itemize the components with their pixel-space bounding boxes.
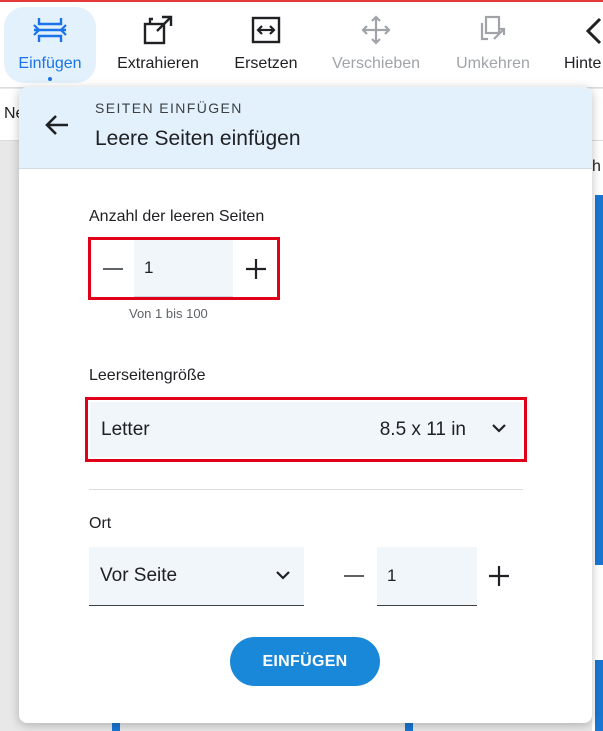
background-page-thumbnail-edge-lower bbox=[595, 660, 603, 731]
page-count-decrement-button[interactable] bbox=[93, 249, 133, 289]
location-position-select[interactable]: Vor Seite bbox=[89, 547, 304, 606]
background-thumbnail-fragment bbox=[405, 722, 413, 731]
extract-icon bbox=[143, 9, 173, 51]
panel-header: SEITEN EINFÜGEN Leere Seiten einfügen bbox=[19, 87, 592, 169]
background-thumbnail-fragment bbox=[112, 722, 120, 731]
replace-icon bbox=[251, 9, 281, 51]
page-count-increment-button[interactable] bbox=[236, 249, 276, 289]
toolbar-reverse-button[interactable]: Umkehren bbox=[450, 7, 536, 83]
toolbar: Einfügen Extrahieren Ersetzen Verschiebe… bbox=[0, 2, 603, 88]
minus-icon bbox=[344, 575, 364, 577]
toolbar-move-label: Verschieben bbox=[331, 55, 421, 72]
arrow-left-icon bbox=[45, 115, 68, 135]
reverse-icon bbox=[478, 9, 508, 51]
plus-icon bbox=[489, 566, 509, 586]
chevron-down-icon bbox=[276, 571, 290, 580]
toolbar-reverse-label: Umkehren bbox=[456, 55, 530, 72]
location-page-input[interactable]: 1 bbox=[377, 547, 477, 606]
toolbar-extract-button[interactable]: Extrahieren bbox=[112, 7, 204, 83]
page-size-select[interactable]: Letter 8.5 x 11 in bbox=[85, 397, 527, 462]
plus-icon bbox=[246, 259, 266, 279]
section-divider bbox=[89, 489, 523, 490]
panel-overline: SEITEN EINFÜGEN bbox=[95, 100, 243, 116]
toolbar-insert-label: Einfügen bbox=[18, 55, 82, 72]
toolbar-extract-label: Extrahieren bbox=[117, 55, 199, 72]
location-page-increment-button[interactable] bbox=[479, 556, 519, 596]
background-icon bbox=[582, 9, 602, 51]
page-count-input[interactable]: 1 bbox=[134, 240, 233, 297]
page-size-label: Leerseitengröße bbox=[89, 367, 206, 384]
toolbar-insert-button[interactable]: Einfügen bbox=[4, 7, 96, 83]
page-size-dimensions: 8.5 x 11 in bbox=[379, 418, 466, 440]
toolbar-background-label: Hinte bbox=[564, 55, 602, 72]
background-text-fragment-right: h bbox=[592, 158, 601, 175]
page-size-value: Letter bbox=[101, 418, 150, 440]
page-size-select-field: Letter 8.5 x 11 in bbox=[90, 402, 522, 457]
back-button[interactable] bbox=[41, 109, 73, 141]
page-count-label: Anzahl der leeren Seiten bbox=[89, 208, 265, 225]
toolbar-background-button[interactable]: Hinte bbox=[562, 7, 603, 83]
background-page-thumbnail-edge bbox=[595, 195, 603, 565]
panel-title: Leere Seiten einfügen bbox=[95, 127, 301, 150]
active-indicator-dot bbox=[48, 77, 52, 81]
chevron-down-icon bbox=[492, 424, 506, 433]
toolbar-replace-button[interactable]: Ersetzen bbox=[225, 7, 307, 83]
location-page-decrement-button[interactable] bbox=[334, 556, 374, 596]
insert-blank-pages-panel: SEITEN EINFÜGEN Leere Seiten einfügen An… bbox=[19, 87, 592, 723]
page-count-hint: Von 1 bis 100 bbox=[129, 306, 208, 321]
location-position-value: Vor Seite bbox=[100, 565, 178, 586]
move-icon bbox=[361, 9, 391, 51]
toolbar-replace-label: Ersetzen bbox=[234, 55, 298, 72]
location-label: Ort bbox=[89, 515, 112, 532]
insert-pages-icon bbox=[33, 9, 67, 51]
page-count-stepper: 1 bbox=[88, 237, 280, 300]
minus-icon bbox=[103, 268, 123, 270]
insert-submit-button[interactable]: EINFÜGEN bbox=[230, 637, 380, 686]
toolbar-move-button[interactable]: Verschieben bbox=[328, 7, 424, 83]
